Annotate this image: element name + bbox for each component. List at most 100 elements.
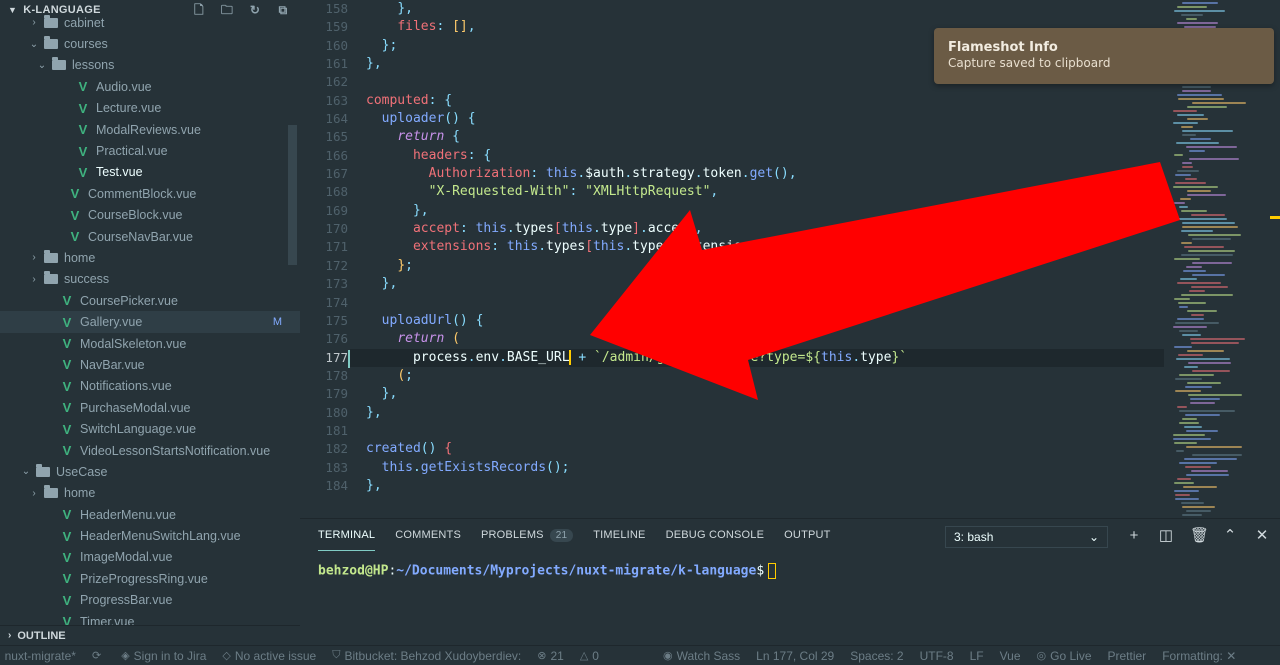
split-icon[interactable]: ◫ bbox=[1158, 527, 1174, 545]
sidebar-scrollbar[interactable] bbox=[288, 125, 297, 265]
tree-item-label: NavBar.vue bbox=[80, 357, 145, 372]
code-line[interactable]: }, bbox=[366, 202, 1166, 220]
tree-item[interactable]: V HeaderMenu.vue bbox=[0, 504, 300, 525]
tree-item[interactable]: V PurchaseModal.vue bbox=[0, 397, 300, 418]
status-item[interactable]: ◎ Go Live bbox=[1037, 649, 1092, 663]
tree-item[interactable]: V VideoLessonStartsNotification.vue bbox=[0, 440, 300, 461]
tree-item[interactable]: V NavBar.vue bbox=[0, 354, 300, 375]
status-item[interactable]: △ 0 bbox=[580, 649, 599, 663]
close-icon[interactable]: ✕ bbox=[1254, 527, 1270, 545]
status-item[interactable]: ⑂nuxt-migrate* bbox=[0, 649, 76, 663]
status-item[interactable]: ◇ No active issue bbox=[222, 649, 316, 663]
tree-item[interactable]: V CourseBlock.vue bbox=[0, 205, 300, 226]
code-line[interactable]: created() { bbox=[366, 440, 1166, 458]
terminal-output[interactable]: behzod@HP:~/Documents/Myprojects/nuxt-mi… bbox=[318, 563, 777, 579]
code-token: , bbox=[420, 202, 429, 218]
tree-item[interactable]: V ProgressBar.vue bbox=[0, 590, 300, 611]
code-line[interactable]: }, bbox=[366, 0, 1166, 18]
code-line[interactable]: (; bbox=[366, 367, 1166, 385]
code-line[interactable]: "X-Requested-With": "XMLHttpRequest", bbox=[366, 183, 1166, 201]
chevron-up-icon[interactable]: ⌃ bbox=[1222, 527, 1238, 545]
tree-item[interactable]: V Audio.vue bbox=[0, 76, 300, 97]
tree-item[interactable]: ⌄ lessons bbox=[0, 55, 300, 76]
status-item[interactable]: ⊗ 21 bbox=[537, 649, 564, 663]
status-item[interactable]: Spaces: 2 bbox=[850, 649, 903, 663]
tree-item[interactable]: V ImageModal.vue bbox=[0, 547, 300, 568]
code-token: this bbox=[593, 239, 625, 255]
tab-output[interactable]: OUTPUT bbox=[784, 529, 830, 551]
new-folder-icon[interactable]: 🗀 bbox=[220, 3, 234, 17]
code-line[interactable]: extensions: this.types[this.type].extens… bbox=[366, 238, 1166, 256]
status-item[interactable]: LF bbox=[970, 649, 984, 663]
terminal-shell-select[interactable]: 3: bash ⌄ bbox=[945, 526, 1108, 548]
status-item[interactable]: Vue bbox=[1000, 649, 1021, 663]
tree-item[interactable]: › success bbox=[0, 269, 300, 290]
status-item[interactable]: ◈ Sign in to Jira bbox=[121, 649, 206, 663]
tree-item[interactable]: V CommentBlock.vue bbox=[0, 183, 300, 204]
tab-label: OUTPUT bbox=[784, 529, 831, 541]
line-number: 161 bbox=[325, 56, 348, 72]
tab-timeline[interactable]: TIMELINE bbox=[593, 529, 645, 551]
minimap-line bbox=[1181, 294, 1233, 296]
code-line[interactable]: computed: { bbox=[366, 92, 1166, 110]
tree-item[interactable]: › home bbox=[0, 483, 300, 504]
line-number: 179 bbox=[325, 386, 348, 402]
tab-comments[interactable]: COMMENTS bbox=[395, 529, 461, 551]
trash-icon[interactable]: 🗑 bbox=[1190, 527, 1209, 545]
tree-item[interactable]: ⌄ UseCase bbox=[0, 461, 300, 482]
tree-item[interactable]: V Lecture.vue bbox=[0, 98, 300, 119]
tab-debug-console[interactable]: DEBUG CONSOLE bbox=[666, 529, 765, 551]
explorer-header[interactable]: ▼ K-LANGUAGE 🗋 🗀 ↻ ⧉ bbox=[0, 0, 300, 20]
tree-item[interactable]: V Test.vue bbox=[0, 162, 300, 183]
code-line[interactable]: }, bbox=[366, 275, 1166, 293]
tab-terminal[interactable]: TERMINAL bbox=[318, 529, 376, 551]
code-line[interactable]: return { bbox=[366, 128, 1166, 146]
status-item[interactable]: ⟳ bbox=[92, 649, 105, 662]
code-line[interactable]: headers: { bbox=[366, 147, 1166, 165]
status-item[interactable]: Formatting: ✕ bbox=[1162, 649, 1236, 663]
code-token: : bbox=[428, 92, 445, 108]
tree-item[interactable]: › home bbox=[0, 247, 300, 268]
tree-item[interactable]: V HeaderMenuSwitchLang.vue bbox=[0, 525, 300, 546]
tree-item[interactable]: V Practical.vue bbox=[0, 140, 300, 161]
tree-item[interactable]: V ModalReviews.vue bbox=[0, 119, 300, 140]
code-line[interactable]: }, bbox=[366, 404, 1166, 422]
code-line[interactable]: }; bbox=[366, 257, 1166, 275]
status-item[interactable]: UTF-8 bbox=[920, 649, 954, 663]
code-line[interactable]: process.env.BASE_URL + `/admin/gallery/s… bbox=[350, 348, 1164, 367]
tree-item[interactable]: ⌄ courses bbox=[0, 33, 300, 54]
workspace-title: K-LANGUAGE bbox=[23, 4, 101, 16]
code-line[interactable]: accept: this.types[this.type].accept, bbox=[366, 220, 1166, 238]
plus-icon[interactable]: + bbox=[1126, 527, 1142, 545]
tree-item[interactable]: V ModalSkeleton.vue bbox=[0, 333, 300, 354]
tree-item[interactable]: V SwitchLanguage.vue bbox=[0, 418, 300, 439]
code-line[interactable]: uploadUrl() { bbox=[366, 312, 1166, 330]
code-line[interactable] bbox=[366, 294, 1166, 312]
code-token: this bbox=[546, 166, 578, 182]
refresh-icon[interactable]: ↻ bbox=[248, 3, 262, 17]
flameshot-notification[interactable]: Flameshot Info Capture saved to clipboar… bbox=[934, 28, 1274, 84]
minimap-line bbox=[1182, 130, 1233, 132]
tree-item[interactable]: V Notifications.vue bbox=[0, 376, 300, 397]
code-line[interactable] bbox=[366, 422, 1166, 440]
code-line[interactable]: this.getExistsRecords(); bbox=[366, 459, 1166, 477]
tree-item[interactable]: V PrizeProgressRing.vue bbox=[0, 568, 300, 589]
tree-item[interactable]: V Gallery.vue M bbox=[0, 311, 300, 333]
tree-item-label: HeaderMenu.vue bbox=[80, 507, 176, 522]
code-line[interactable]: uploader() { bbox=[366, 110, 1166, 128]
status-item[interactable]: Prettier bbox=[1108, 649, 1147, 663]
tree-item[interactable]: V CoursePicker.vue bbox=[0, 290, 300, 311]
code-line[interactable]: }, bbox=[366, 385, 1166, 403]
status-item[interactable]: ⛉ Bitbucket: Behzod Xudoyberdiev: bbox=[332, 649, 521, 663]
code-line[interactable]: Authorization: this.$auth.strategy.token… bbox=[366, 165, 1166, 183]
vue-file-icon: V bbox=[78, 164, 88, 180]
tree-item[interactable]: V CourseNavBar.vue bbox=[0, 226, 300, 247]
collapse-all-icon[interactable]: ⧉ bbox=[276, 3, 290, 17]
code-line[interactable]: return ( bbox=[366, 330, 1166, 348]
status-item[interactable]: Ln 177, Col 29 bbox=[756, 649, 834, 663]
outline-section[interactable]: › OUTLINE bbox=[0, 625, 300, 645]
new-file-icon[interactable]: 🗋 bbox=[192, 3, 206, 17]
status-item[interactable]: ◉ Watch Sass bbox=[663, 649, 740, 663]
code-line[interactable]: }, bbox=[366, 477, 1166, 495]
tab-problems[interactable]: PROBLEMS 21 bbox=[481, 529, 574, 551]
